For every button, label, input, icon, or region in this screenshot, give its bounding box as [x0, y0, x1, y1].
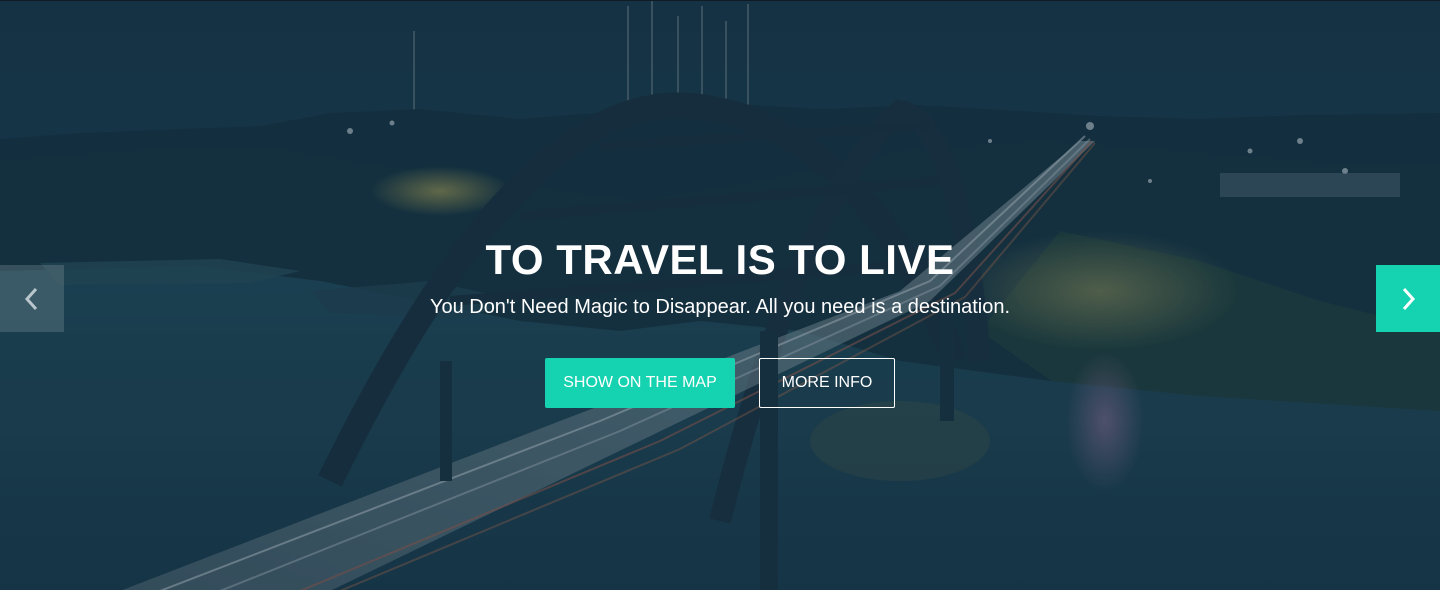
- chevron-right-icon: [1402, 287, 1416, 310]
- hero-actions: SHOW ON THE MAP MORE INFO: [0, 358, 1440, 408]
- more-info-button[interactable]: MORE INFO: [759, 358, 895, 408]
- show-on-map-button[interactable]: SHOW ON THE MAP: [545, 358, 735, 408]
- hero-title: TO TRAVEL IS TO LIVE: [485, 236, 955, 283]
- chevron-left-icon: [24, 287, 38, 310]
- carousel-prev-button[interactable]: [0, 265, 64, 332]
- hero-subtitle: You Don't Need Magic to Disappear. All y…: [429, 296, 1011, 318]
- hero-caption: TO TRAVEL IS TO LIVE You Don't Need Magi…: [0, 233, 1440, 321]
- hero-slider: TO TRAVEL IS TO LIVE You Don't Need Magi…: [0, 0, 1440, 590]
- carousel-next-button[interactable]: [1376, 265, 1440, 332]
